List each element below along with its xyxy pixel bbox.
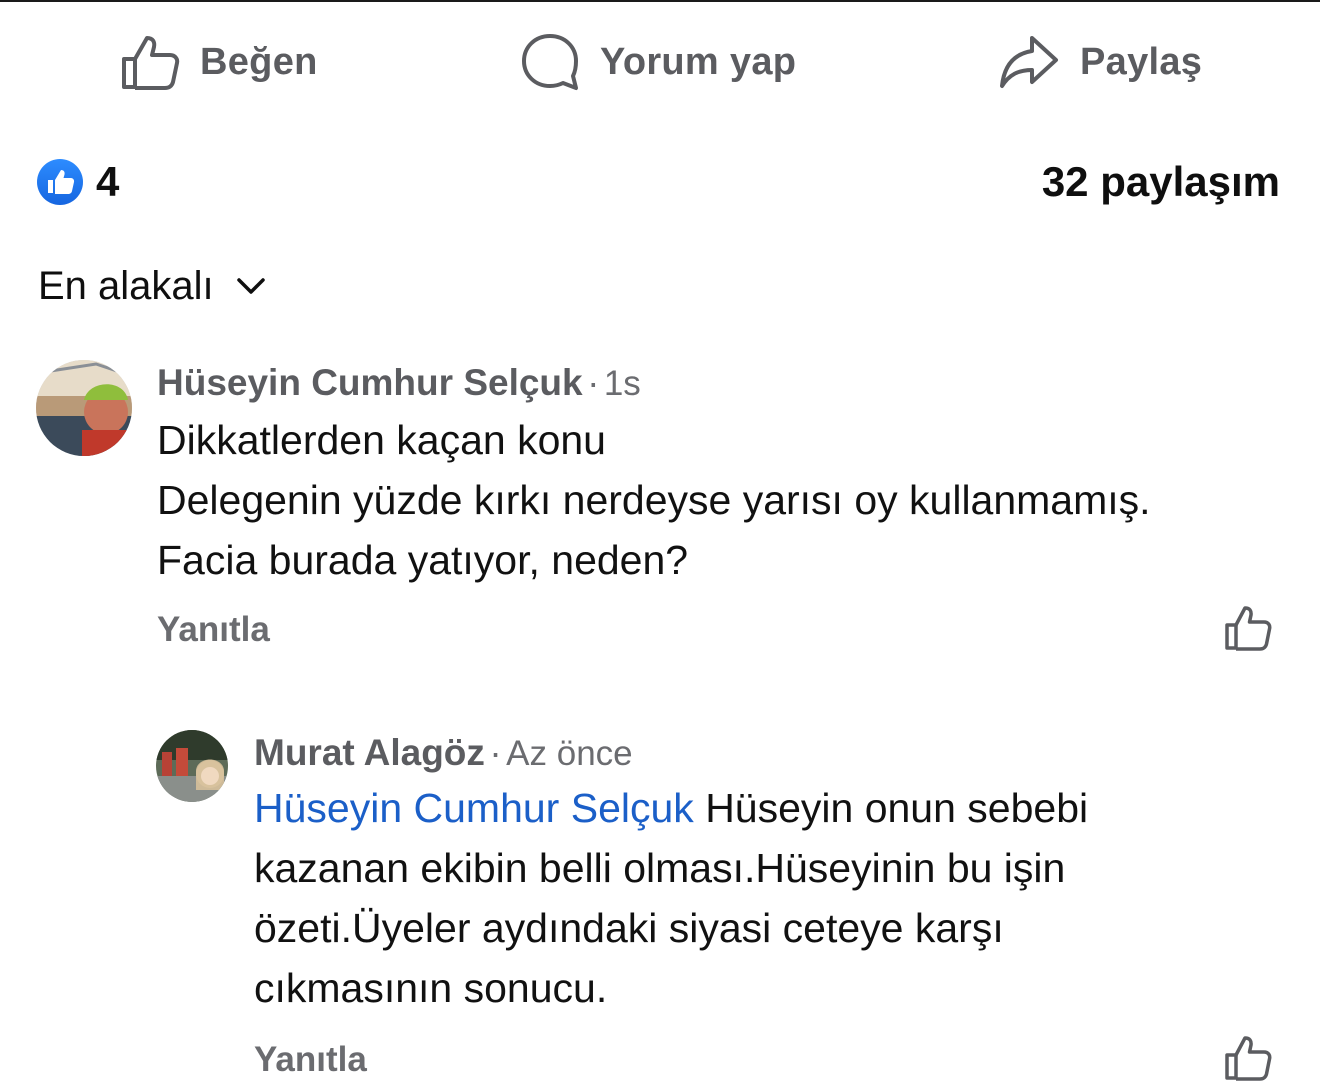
reply-text: Hüseyin onun sebebi bbox=[693, 785, 1089, 831]
reaction-stats: 4 32 paylaşım bbox=[0, 150, 1320, 214]
avatar-photo bbox=[156, 730, 228, 802]
like-reaction-icon[interactable] bbox=[36, 158, 84, 206]
comment-author-name[interactable]: Hüseyin Cumhur Selçuk bbox=[157, 362, 583, 403]
comment-sort-dropdown[interactable]: En alakalı bbox=[38, 258, 266, 314]
speech-bubble-icon bbox=[522, 34, 578, 90]
reply-button[interactable]: Yanıtla bbox=[157, 610, 270, 650]
comment-button[interactable]: Yorum yap bbox=[520, 20, 796, 104]
sort-label: En alakalı bbox=[38, 263, 214, 308]
reply-button[interactable]: Yanıtla bbox=[254, 1040, 367, 1080]
separator-dot: · bbox=[489, 732, 502, 773]
post-action-bar: Beğen Yorum yap Paylaş bbox=[0, 20, 1320, 104]
top-divider bbox=[0, 0, 1320, 2]
reply-line: Hüseyin Cumhur Selçuk Hüseyin onun sebeb… bbox=[254, 778, 1088, 838]
share-arrow-icon bbox=[1000, 36, 1058, 88]
comment-timestamp[interactable]: 1s bbox=[604, 364, 641, 403]
mention-link[interactable]: Hüseyin Cumhur Selçuk bbox=[254, 785, 694, 831]
thumbs-up-icon bbox=[122, 36, 180, 90]
reply-author-name[interactable]: Murat Alagöz bbox=[254, 732, 485, 773]
chevron-down-icon bbox=[236, 278, 265, 294]
reply-line: özeti.Üyeler aydındaki siyasi ceteye kar… bbox=[254, 905, 1004, 951]
comment-line: Dikkatlerden kaçan konu bbox=[157, 417, 606, 463]
reply-timestamp[interactable]: Az önce bbox=[506, 734, 632, 773]
comment-author-line: Hüseyin Cumhur Selçuk · 1s bbox=[157, 362, 641, 404]
comment-like-icon[interactable] bbox=[1224, 604, 1272, 652]
share-count[interactable]: 32 paylaşım bbox=[1042, 158, 1280, 206]
share-button[interactable]: Paylaş bbox=[998, 20, 1202, 104]
like-button[interactable]: Beğen bbox=[120, 20, 318, 104]
share-button-label: Paylaş bbox=[1080, 40, 1203, 83]
avatar[interactable] bbox=[36, 360, 132, 456]
reply-author-line: Murat Alagöz · Az önce bbox=[254, 732, 633, 774]
reply-line: cıkmasının sonucu. bbox=[254, 965, 608, 1011]
reply-like-icon[interactable] bbox=[1224, 1034, 1272, 1082]
separator-dot: · bbox=[587, 362, 600, 403]
avatar-photo bbox=[36, 360, 132, 456]
comment-line: Facia burada yatıyor, neden? bbox=[157, 537, 689, 583]
reply-body: Hüseyin Cumhur Selçuk Hüseyin onun sebeb… bbox=[254, 778, 1088, 1018]
comment-body: Dikkatlerden kaçan konu Delegenin yüzde … bbox=[157, 410, 1151, 590]
comment-button-label: Yorum yap bbox=[600, 40, 797, 83]
comment-line: Delegenin yüzde kırkı nerdeyse yarısı oy… bbox=[157, 477, 1151, 523]
like-button-label: Beğen bbox=[200, 40, 318, 83]
like-count[interactable]: 4 bbox=[96, 158, 119, 206]
avatar[interactable] bbox=[156, 730, 228, 802]
reply-line: kazanan ekibin belli olması.Hüseyinin bu… bbox=[254, 845, 1066, 891]
